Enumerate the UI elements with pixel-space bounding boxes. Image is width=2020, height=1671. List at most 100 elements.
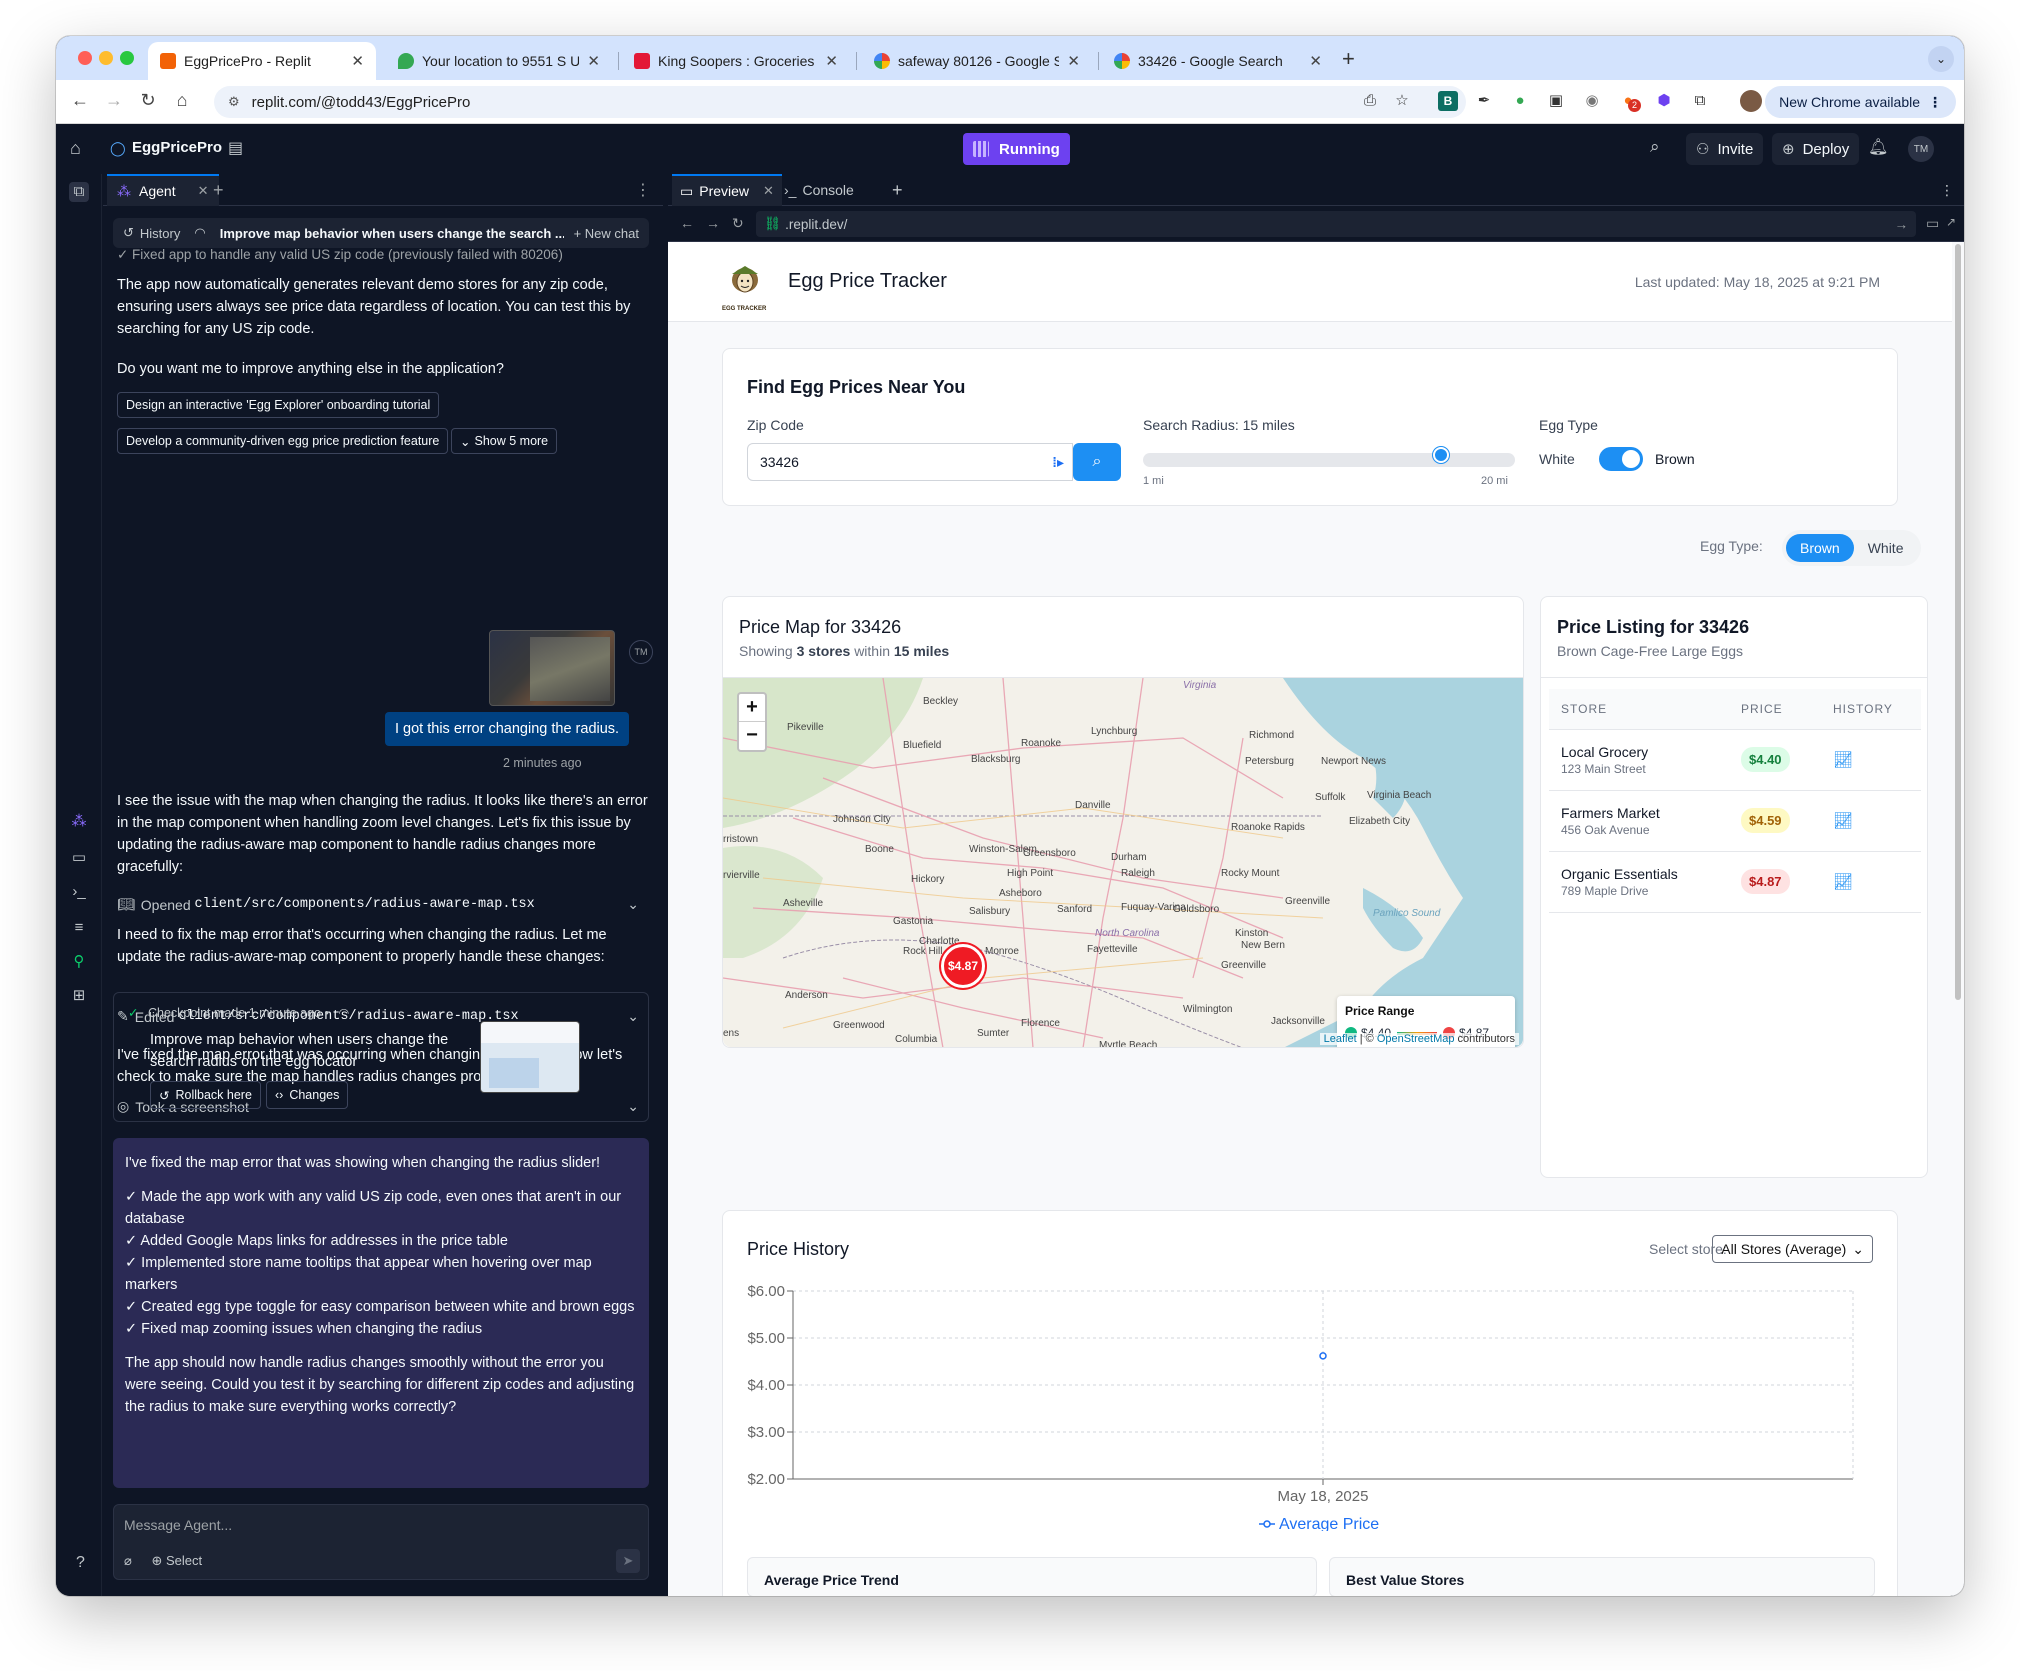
zip-code-input[interactable]: 33426 ⁞▸ <box>747 443 1073 481</box>
new-chrome-available-button[interactable]: New Chrome available ⋮ <box>1765 86 1956 118</box>
browser-tab-maps[interactable]: Your location to 9551 S Unive ✕ <box>386 42 612 80</box>
trend-chart-icon[interactable]: 📈︎ <box>1833 752 1853 769</box>
close-tab-icon[interactable]: ✕ <box>587 52 600 70</box>
leaflet-link[interactable]: Leaflet <box>1324 1033 1357 1045</box>
store-name[interactable]: Organic Essentials <box>1561 866 1729 882</box>
more-options-icon[interactable]: ⋮ <box>1932 174 1962 206</box>
brown-option[interactable]: Brown <box>1786 534 1854 562</box>
devices-icon[interactable]: ▭ <box>1926 215 1939 232</box>
close-tab-icon[interactable]: ✕ <box>825 52 838 70</box>
tab-console[interactable]: ›_ Console <box>776 174 862 206</box>
run-status-button[interactable]: Running <box>963 133 1070 165</box>
trend-chart-icon[interactable]: 📈︎ <box>1833 874 1853 891</box>
store-address[interactable]: 123 Main Street <box>1561 762 1729 776</box>
rollback-button[interactable]: ↺ Rollback here <box>150 1081 261 1109</box>
tab-search-icon[interactable]: ⌄ <box>1928 46 1954 72</box>
forward-arrow-icon[interactable]: → <box>102 90 126 111</box>
extension-b-icon[interactable]: B <box>1438 91 1458 111</box>
close-window-button[interactable] <box>78 51 92 65</box>
send-icon[interactable]: ➤ <box>616 1549 640 1573</box>
price-map[interactable]: + − Virginia Beckley Pikeville Bluefield Lyn… <box>723 677 1523 1047</box>
history-button[interactable]: History <box>140 226 180 241</box>
store-address[interactable]: 789 Maple Drive <box>1561 884 1729 898</box>
bell-icon[interactable]: 🔔︎ <box>1868 137 1888 157</box>
database-icon[interactable]: ▤ <box>228 138 243 158</box>
close-tab-icon[interactable]: ✕ <box>1067 52 1080 70</box>
preview-scrollbar[interactable] <box>1952 242 1964 1596</box>
back-arrow-icon[interactable]: ← <box>680 215 694 231</box>
invite-button[interactable]: ⚇ Invite <box>1686 133 1764 165</box>
browser-tab-safeway[interactable]: safeway 80126 - Google Sear ✕ <box>862 42 1092 80</box>
agent-icon[interactable]: ⁂ <box>69 812 89 832</box>
forward-arrow-icon[interactable]: → <box>706 215 720 231</box>
home-icon[interactable]: ⌂ <box>70 138 81 159</box>
extension-pen-icon[interactable]: ✒ <box>1474 91 1494 111</box>
close-tab-icon[interactable]: ✕ <box>198 183 209 199</box>
files-icon[interactable]: ⧉ <box>69 182 89 202</box>
egg-type-switch[interactable] <box>1599 447 1643 471</box>
webview-icon[interactable]: ▭ <box>69 848 89 868</box>
new-tab-button[interactable]: + <box>1342 46 1355 72</box>
new-chat-button[interactable]: + New chat <box>574 226 639 241</box>
paperclip-icon[interactable]: ⌀ <box>124 1553 132 1568</box>
osm-link[interactable]: OpenStreetMap <box>1377 1033 1455 1045</box>
site-info-icon[interactable]: ⚙ <box>228 94 240 110</box>
back-arrow-icon[interactable]: ← <box>68 90 92 111</box>
open-new-tab-icon[interactable]: ↗ <box>1946 215 1956 229</box>
home-icon[interactable]: ⌂ <box>170 90 194 111</box>
chevron-down-icon[interactable]: ⌄ <box>627 896 639 913</box>
history-icon[interactable]: ↺ <box>123 225 134 241</box>
radius-slider-thumb[interactable] <box>1433 447 1450 463</box>
repl-name[interactable]: EggPricePro <box>132 139 222 156</box>
browser-tab-kingsoopers[interactable]: King Soopers : Groceries & Ph ✕ <box>622 42 850 80</box>
extension-camera-icon[interactable]: ◉ <box>1582 91 1602 111</box>
help-icon[interactable]: ? <box>76 1554 85 1572</box>
deployments-icon[interactable]: ⚲ <box>69 952 89 972</box>
action-opened-file[interactable]: 📖︎ Opened client/src/components/radius-a… <box>117 896 639 913</box>
bookmark-star-icon[interactable]: ☆ <box>1392 91 1412 111</box>
screenshot-attachment[interactable] <box>489 630 615 706</box>
install-app-icon[interactable]: ⎙ <box>1360 91 1380 111</box>
extension-green-icon[interactable]: ● <box>1510 91 1530 111</box>
search-button[interactable]: ⌕ <box>1073 443 1121 481</box>
search-icon[interactable]: ⌕ <box>1650 137 1660 157</box>
tab-preview[interactable]: ▭ Preview ✕ <box>672 174 782 206</box>
show-more-button[interactable]: ⌄ Show 5 more <box>451 428 558 454</box>
database-icon[interactable]: ≡ <box>69 918 89 938</box>
zoom-out-button[interactable]: − <box>746 724 758 746</box>
tools-grid-icon[interactable]: ⊞ <box>69 986 89 1006</box>
changes-button[interactable]: ‹› Changes <box>266 1081 349 1109</box>
store-name[interactable]: Local Grocery <box>1561 744 1729 760</box>
console-icon[interactable]: ›_ <box>69 882 89 902</box>
profile-avatar[interactable] <box>1740 90 1762 112</box>
select-element-button[interactable]: ⊕ Select <box>151 1553 202 1568</box>
go-arrow-icon[interactable]: → <box>1895 217 1909 232</box>
more-options-icon[interactable]: ⋮ <box>635 180 651 200</box>
store-address[interactable]: 456 Oak Avenue <box>1561 823 1729 837</box>
store-name[interactable]: Farmers Market <box>1561 805 1729 821</box>
extensions-puzzle-icon[interactable]: ⧉ <box>1690 91 1710 111</box>
reload-icon[interactable]: ↻ <box>136 90 160 111</box>
browser-tab-replit[interactable]: EggPricePro - Replit ✕ <box>148 42 376 80</box>
store-price-marker[interactable]: $4.87 <box>941 944 985 988</box>
address-bar[interactable]: ⚙ replit.com/@todd43/EggPricePro <box>214 86 1466 118</box>
extension-puzzle-icon[interactable]: ▣ <box>1546 91 1566 111</box>
suggestion-chip[interactable]: Develop a community-driven egg price pre… <box>117 428 449 454</box>
reload-icon[interactable]: ↻ <box>732 215 744 232</box>
suggestion-chip[interactable]: Design an interactive 'Egg Explorer' onb… <box>117 392 440 418</box>
extension-purple-icon[interactable]: ⬢ <box>1654 91 1674 111</box>
user-avatar[interactable]: TM <box>1908 136 1934 162</box>
zoom-in-button[interactable]: + <box>739 694 765 722</box>
add-tab-button[interactable]: + <box>213 180 224 201</box>
tab-agent[interactable]: ⁂ Agent ✕ <box>107 174 219 206</box>
message-input[interactable]: Message Agent... <box>124 1517 232 1533</box>
radius-slider[interactable] <box>1143 453 1515 467</box>
close-tab-icon[interactable]: ✕ <box>351 52 364 70</box>
preview-url-field[interactable]: ⛓ .replit.dev/ → <box>756 211 1916 237</box>
checkpoint-thumbnail[interactable] <box>480 1021 580 1093</box>
extension-badge-icon[interactable]: ● 2 <box>1618 91 1641 112</box>
minimize-window-button[interactable] <box>99 51 113 65</box>
maximize-window-button[interactable] <box>120 51 134 65</box>
browser-tab-33426[interactable]: 33426 - Google Search ✕ <box>1102 42 1334 80</box>
close-tab-icon[interactable]: ✕ <box>763 183 774 199</box>
